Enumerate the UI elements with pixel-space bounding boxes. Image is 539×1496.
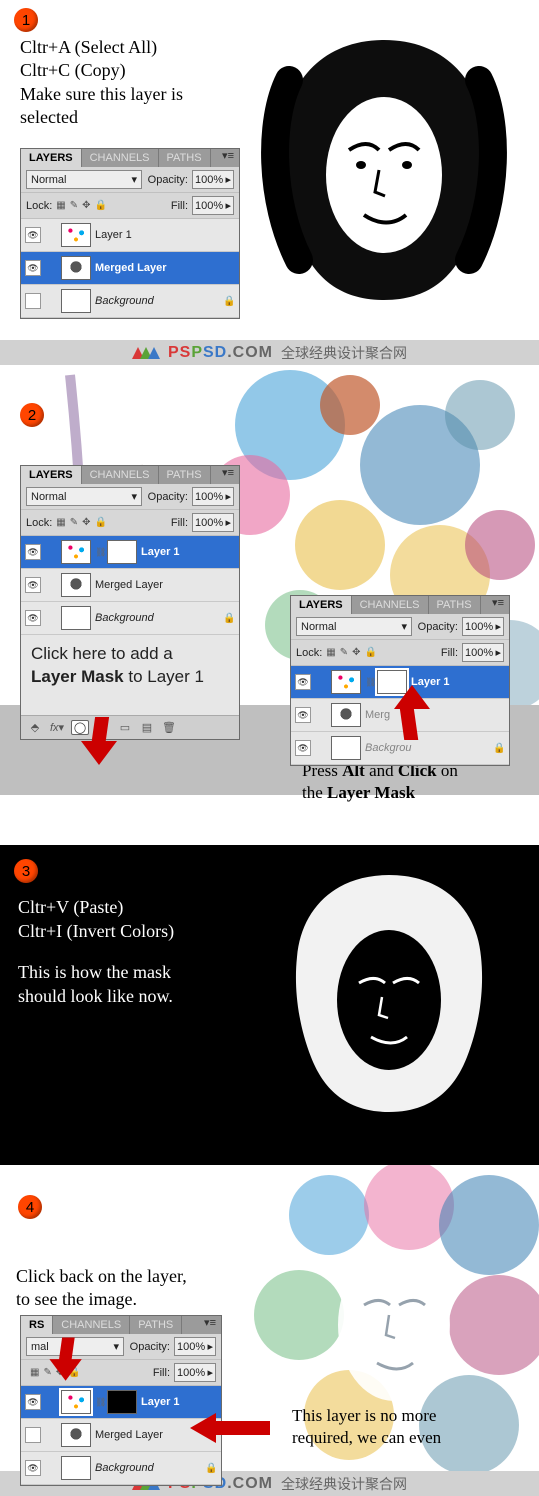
step1-line3: Make sure this layer is <box>20 83 183 106</box>
tab-channels[interactable]: CHANNELS <box>82 149 159 167</box>
logo-icon <box>132 347 160 359</box>
fill-field[interactable]: 100%▸ <box>192 196 234 215</box>
hint-add-mask: Click here to add a Layer Mask to Layer … <box>31 643 229 689</box>
step1-line2: Cltr+C (Copy) <box>20 59 183 82</box>
layer-item-background[interactable]: 👁 Background 🔒 <box>21 1452 221 1485</box>
hint-alt-click: Press Alt and Click on the Layer Mask <box>302 760 458 804</box>
tab-layers[interactable]: LAYERS <box>21 149 82 167</box>
layer-name: Merged Layer <box>95 262 167 274</box>
layers-panel-2-left: LAYERS CHANNELS PATHS ▾≡ Normal▾ Opacity… <box>20 465 240 740</box>
layer-item-background[interactable]: 👁 Background 🔒 <box>21 602 239 635</box>
layer-item-layer1[interactable]: 👁 ⛓ Layer 1 <box>21 536 239 569</box>
group-icon[interactable]: ▭ <box>117 721 133 734</box>
lock-icon: 🔒 <box>223 296 235 307</box>
tab-channels[interactable]: CHANNELS <box>82 466 159 484</box>
layer-thumbnail[interactable] <box>61 289 91 313</box>
arrow-to-layer-mask <box>390 685 430 740</box>
layer-item-background[interactable]: 👁 Background 🔒 <box>21 285 239 318</box>
opacity-label: Opacity: <box>146 174 188 186</box>
chevron-down-icon: ▾ <box>131 173 137 186</box>
step-4: 4 Click back on the layer, to see the im… <box>0 1165 539 1471</box>
fill-field[interactable]: 100%▸ <box>192 513 234 532</box>
visibility-icon[interactable]: 👁 <box>25 260 41 276</box>
opacity-field[interactable]: 100%▸ <box>192 487 234 506</box>
step-badge-2: 2 <box>20 403 44 427</box>
layer-thumbnail[interactable] <box>61 1390 91 1414</box>
step1-line1: Cltr+A (Select All) <box>20 36 183 59</box>
layer-thumbnail[interactable] <box>61 256 91 280</box>
tab-paths[interactable]: PATHS <box>130 1316 182 1334</box>
tab-paths[interactable]: PATHS <box>159 149 211 167</box>
layer-item-layer1[interactable]: 👁 Layer 1 <box>21 219 239 252</box>
lock-icons[interactable]: ▦✎✥🔒 <box>56 200 142 211</box>
panel-menu-icon[interactable]: ▾≡ <box>217 466 239 484</box>
visibility-icon[interactable]: 👁 <box>25 293 41 309</box>
watermark-bar: PSPSD.COM 全球经典设计聚合网 <box>0 340 539 365</box>
step-badge-3: 3 <box>14 859 38 883</box>
panel-menu-icon[interactable]: ▾≡ <box>217 149 239 167</box>
opacity-field[interactable]: 100%▸ <box>192 170 234 189</box>
layer-item-merged[interactable]: 👁 Merged Layer <box>21 252 239 285</box>
step-3: 3 Cltr+V (Paste) Cltr+I (Invert Colors) … <box>0 845 539 1165</box>
layers-panel-1: LAYERS CHANNELS PATHS ▾≡ Normal▾ Opacity… <box>20 148 240 319</box>
step-badge-4: 4 <box>18 1195 42 1219</box>
tab-layers[interactable]: RS <box>21 1316 53 1334</box>
step1-line4: selected <box>20 106 183 129</box>
arrow-to-merged-layer <box>190 1413 270 1443</box>
step1-text: Cltr+A (Select All) Cltr+C (Copy) Make s… <box>20 36 183 130</box>
fill-label: Fill: <box>146 200 188 212</box>
layer-item-merged[interactable]: 👁 Merged Layer <box>21 569 239 602</box>
layer-thumbnail[interactable] <box>61 223 91 247</box>
tab-layers[interactable]: LAYERS <box>21 466 82 484</box>
layer-name: Background <box>95 295 154 307</box>
blend-mode-select[interactable]: Normal▾ <box>26 170 142 189</box>
brand-text: PSPSD.COM <box>168 344 273 362</box>
step4-text2: This layer is no more required, we can e… <box>292 1405 441 1449</box>
panel-tabs: LAYERS CHANNELS PATHS ▾≡ <box>21 149 239 167</box>
step4-text1: Click back on the layer, to see the imag… <box>16 1265 187 1312</box>
mask-link-icon[interactable]: ⛓ <box>95 547 103 558</box>
portrait-inverted <box>249 855 529 1155</box>
brand-tagline: 全球经典设计聚合网 <box>281 343 407 363</box>
blend-mode-select[interactable]: Normal▾ <box>296 617 412 636</box>
tab-paths[interactable]: PATHS <box>429 596 481 614</box>
portrait-bw <box>229 0 539 340</box>
visibility-icon[interactable]: 👁 <box>25 544 41 560</box>
tab-layers[interactable]: LAYERS <box>291 596 352 614</box>
arrow-to-layer-thumb <box>44 1338 80 1383</box>
visibility-icon[interactable]: 👁 <box>25 227 41 243</box>
tab-channels[interactable]: CHANNELS <box>352 596 429 614</box>
step3-text: Cltr+V (Paste) Cltr+I (Invert Colors) Th… <box>18 895 174 1008</box>
trash-icon[interactable]: 🗑 <box>161 721 177 734</box>
layers-panel-2-right: LAYERS CHANNELS PATHS ▾≡ Normal▾ Opacity… <box>290 595 510 766</box>
tab-paths[interactable]: PATHS <box>159 466 211 484</box>
step-badge-1: 1 <box>14 8 38 32</box>
layer-name: Layer 1 <box>95 229 132 241</box>
step-2: 2 LAYERS CHANNELS PATHS ▾≡ Normal▾ Opaci… <box>0 365 539 845</box>
panel-menu-icon[interactable]: ▾≡ <box>487 596 509 614</box>
brand-tagline: 全球经典设计聚合网 <box>281 1474 407 1494</box>
mask-thumbnail[interactable] <box>107 1390 137 1414</box>
new-layer-icon[interactable]: ▤ <box>139 721 155 734</box>
blend-mode-select[interactable]: Normal▾ <box>26 487 142 506</box>
arrow-to-mask-button <box>75 717 115 767</box>
lock-icon: 🔒 <box>223 613 235 624</box>
tab-channels[interactable]: CHANNELS <box>53 1316 130 1334</box>
panel-footer-tools: ⬘ fx▾ ◯ ◐ ▭ ▤ 🗑 <box>21 715 239 739</box>
step-1: 1 Cltr+A (Select All) Cltr+C (Copy) Make… <box>0 0 539 340</box>
mask-thumbnail[interactable] <box>107 540 137 564</box>
layer-thumbnail[interactable] <box>61 540 91 564</box>
fx-icon[interactable]: fx▾ <box>49 721 65 734</box>
link-layers-icon[interactable]: ⬘ <box>27 721 43 734</box>
lock-label: Lock: <box>26 200 52 212</box>
